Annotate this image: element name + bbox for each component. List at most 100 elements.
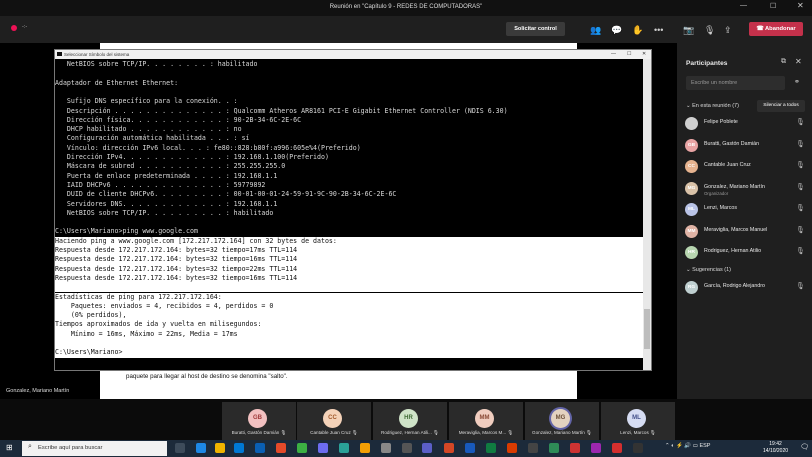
video-tile[interactable]: GB Buratti, Gastón Damián 🎙 (222, 402, 296, 440)
mail-icon[interactable] (255, 443, 265, 453)
task-view-icon[interactable] (175, 443, 185, 453)
suggestions-header[interactable]: ⌄ Sugerencias (1) (686, 267, 731, 273)
console-line: Sufijo DNS específico para la conexión. … (55, 97, 238, 106)
search-icon: ⌕ (28, 443, 32, 450)
console-line: Puerta de enlace predeterminada . . . . … (55, 171, 278, 180)
pop-out-icon[interactable]: ⧉ (781, 58, 786, 66)
video-tile[interactable]: MG Gonzalez, Mariano Martín 🎙 (525, 402, 599, 440)
cmd-maximize-icon[interactable]: ☐ (627, 51, 631, 57)
leave-button[interactable]: ☎ Abandonar (749, 22, 803, 36)
app-icon[interactable] (591, 443, 601, 453)
notification-icon[interactable]: 🗨 (800, 443, 809, 451)
app-icon[interactable] (297, 443, 307, 453)
camera-off-icon[interactable]: 📷 (683, 24, 694, 36)
share-invite-icon[interactable]: ⚭ (794, 78, 800, 86)
cmd-close-icon[interactable]: ✕ (642, 51, 646, 57)
invite-input[interactable]: Escribe un nombre (686, 76, 785, 90)
pdf-icon[interactable] (612, 443, 622, 453)
mic-muted-icon[interactable]: 🎙 (796, 226, 805, 234)
participant-row[interactable]: CC Cantable Juan Cruz 🎙 (685, 158, 809, 178)
mic-muted-icon[interactable]: 🎙 (796, 204, 805, 212)
console-line: Máscara de subred . . . . . . . . . . . … (55, 162, 286, 171)
system-tray[interactable]: ⌃ ◐ ⚡ 🔊 ▭ ESP (665, 443, 710, 449)
powerpoint-icon[interactable] (444, 443, 454, 453)
store-icon[interactable] (234, 443, 244, 453)
app-icon[interactable] (570, 443, 580, 453)
edge-icon[interactable] (196, 443, 206, 453)
minimize-icon[interactable]: — (740, 2, 747, 9)
console-selected-line: Tiempos aproximados de ida y vuelta en m… (55, 320, 643, 330)
mic-muted-icon[interactable]: 🎙 (796, 247, 805, 255)
participant-row[interactable]: RG García, Rodrigo Alejandro 🎙 (685, 279, 809, 299)
app-icon[interactable] (339, 443, 349, 453)
cmd-console[interactable]: NetBIOS sobre TCP/IP. . . . . . . . : ha… (55, 59, 643, 370)
cmd-scrollbar[interactable] (643, 59, 651, 370)
participant-row[interactable]: Felipe Poblete 🎙 (685, 115, 809, 135)
video-tile[interactable]: CC Cantable Juan Cruz 🎙 (297, 402, 371, 440)
app-icon[interactable] (381, 443, 391, 453)
close-icon[interactable]: ✕ (797, 1, 804, 10)
console-line: Adaptador de Ethernet Ethernet: (55, 78, 179, 87)
meeting-timer: -:- (22, 24, 28, 30)
tray-icons[interactable]: ⌃ ◐ ⚡ 🔊 ▭ (665, 443, 699, 449)
share-screen-icon[interactable]: ⇪ (724, 24, 732, 36)
app-icon[interactable] (360, 443, 370, 453)
clock[interactable]: 19:42 14/10/2020 (763, 441, 788, 454)
scroll-thumb[interactable] (644, 309, 650, 349)
video-tile[interactable]: MM Meraviglia, Marcos M... 🎙 (449, 402, 523, 440)
participant-row[interactable]: MM Meraviglia, Marcos Manuel 🎙 (685, 223, 809, 243)
console-line: NetBIOS sobre TCP/IP. . . . . . . . . . … (55, 208, 274, 217)
mic-muted-icon[interactable]: 🎙 (796, 140, 805, 148)
more-options-icon[interactable]: ••• (654, 24, 663, 36)
cmd-window[interactable]: Seleccionar Símbolo del sistema — ☐ ✕ Ne… (54, 49, 652, 371)
mic-off-icon[interactable]: 🎙 (704, 24, 715, 36)
in-meeting-header[interactable]: ⌄ En esta reunión (7) (686, 103, 739, 109)
word-icon[interactable] (465, 443, 475, 453)
cmd-title-bar[interactable]: Seleccionar Símbolo del sistema — ☐ ✕ (55, 50, 651, 59)
avatar (685, 117, 698, 130)
mic-muted-icon[interactable]: 🎙 (796, 183, 805, 191)
raise-hand-icon[interactable]: ✋ (632, 24, 643, 36)
app-icon[interactable] (318, 443, 328, 453)
app-icon[interactable] (549, 443, 559, 453)
windows-start-icon[interactable]: ⊞ (6, 443, 13, 452)
chrome-icon[interactable] (276, 443, 286, 453)
app-icon[interactable] (528, 443, 538, 453)
avatar: HR (399, 409, 418, 428)
in-meeting-label: En esta reunión (7) (692, 103, 739, 109)
participants-icon[interactable]: 👥 (590, 24, 601, 36)
video-tile[interactable]: ML Lenzi, Marcos 🎙 (601, 402, 675, 440)
language-indicator[interactable]: ESP (699, 443, 710, 449)
video-tile[interactable]: HR Rodriguez, Hernan Atili... 🎙 (373, 402, 447, 440)
cmd-taskbar-icon[interactable] (633, 443, 643, 453)
app-icon[interactable] (402, 443, 412, 453)
request-control-button[interactable]: Solicitar control (506, 22, 565, 36)
console-line: Dirección física. . . . . . . . . . . . … (55, 115, 302, 124)
presenter-name: Gonzalez, Mariano Martín (6, 388, 70, 394)
console-selected-line: Respuesta desde 172.217.172.164: bytes=3… (55, 255, 643, 265)
cmd-minimize-icon[interactable]: — (611, 51, 616, 57)
file-explorer-icon[interactable] (215, 443, 225, 453)
participant-name: García, Rodrigo Alejandro (704, 283, 765, 289)
participant-row[interactable]: ML Lenzi, Marcos 🎙 (685, 201, 809, 221)
excel-icon[interactable] (486, 443, 496, 453)
panel-close-icon[interactable]: ✕ (795, 57, 802, 66)
participant-row[interactable]: MG Gonzalez, Mariano Martín Organizador 🎙 (685, 180, 809, 200)
console-line: DHCP habilitado . . . . . . . . . . . . … (55, 125, 242, 134)
chat-icon[interactable]: 💬 (611, 24, 622, 36)
mic-muted-icon[interactable]: 🎙 (796, 282, 805, 290)
participant-name: Cantable Juan Cruz (704, 162, 751, 168)
slide-text: paquete para llegar al host de destino s… (126, 373, 288, 380)
participants-panel: Participantes ⧉ ✕ Escribe un nombre ⚭ ⌄ … (677, 43, 812, 399)
app-icon[interactable] (507, 443, 517, 453)
mic-muted-icon[interactable]: 🎙 (796, 118, 805, 126)
participant-name: Meraviglia, Marcos Manuel (704, 226, 768, 233)
teams-icon[interactable] (422, 443, 432, 453)
maximize-icon[interactable]: ☐ (770, 2, 776, 10)
participant-row[interactable]: HR Rodriguez, Hernan Atilio 🎙 (685, 244, 809, 264)
mute-all-button[interactable]: Silenciar a todos (757, 100, 805, 112)
mic-muted-icon[interactable]: 🎙 (796, 161, 805, 169)
avatar: GB (685, 138, 698, 152)
participant-row[interactable]: GB Buratti, Gastón Damián 🎙 (685, 137, 809, 157)
console-selected-line: C:\Users\Mariano> (55, 348, 643, 358)
